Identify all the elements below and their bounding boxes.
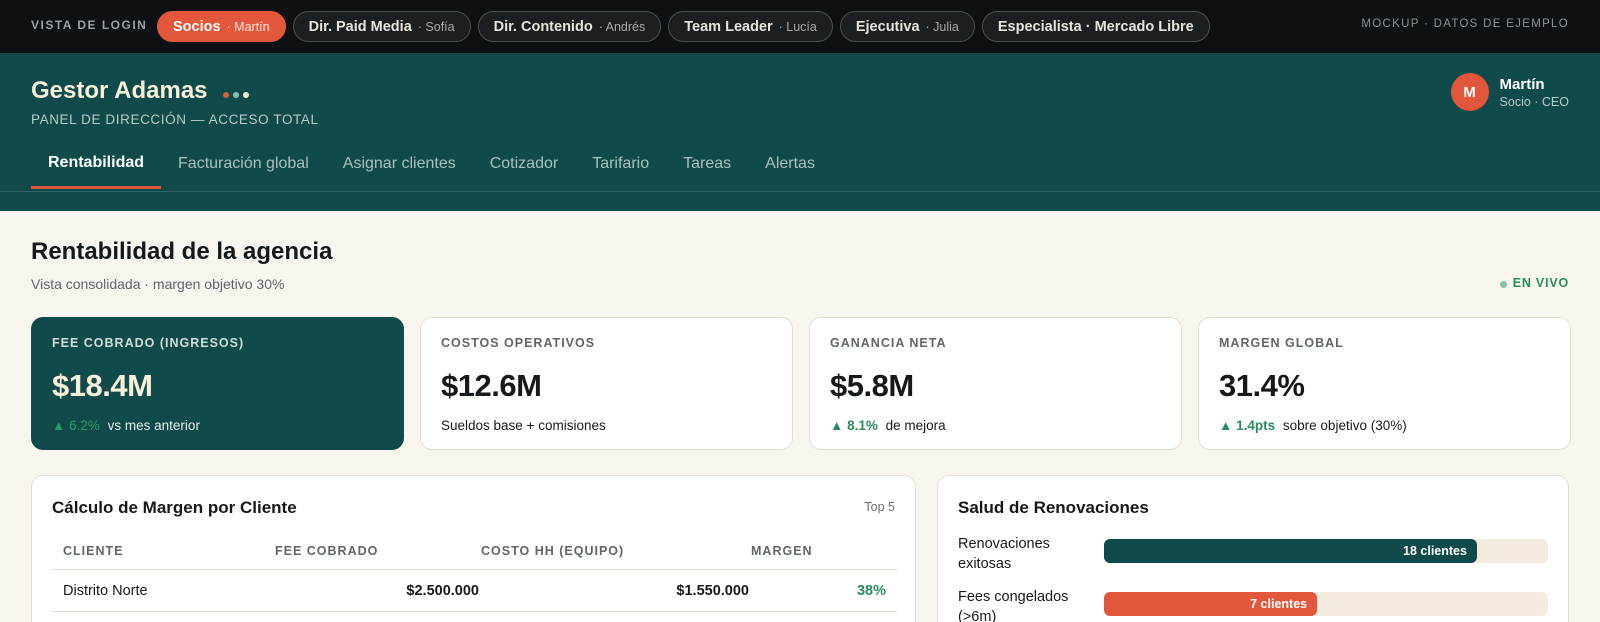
avatar: M	[1450, 73, 1489, 111]
fee-cell: $2.500.000	[406, 583, 479, 599]
renewal-label: Fees congelados (>6m)	[958, 589, 1069, 622]
table-row[interactable]: Distrito Norte $2.500.000 $1.550.000 38%	[52, 570, 897, 612]
app-header: Gestor Adamas PANEL DE DIRECCIÓN — ACCES…	[0, 53, 1600, 211]
kpi-label: FEE COBRADO (INGRESOS)	[52, 336, 245, 350]
kpi-card-costos: COSTOS OPERATIVOS $12.6M Sueldos base + …	[420, 317, 793, 450]
kpi-note: ▲ 8.1% de mejora	[830, 418, 1161, 433]
tab-facturacion-global[interactable]: Facturación global	[161, 139, 326, 189]
renewal-bar-fill: 18 clientes	[1104, 539, 1477, 563]
tab-tareas[interactable]: Tareas	[666, 139, 748, 189]
panel-subtitle: PANEL DE DIRECCIÓN — ACCESO TOTAL	[31, 112, 319, 127]
kpi-label: MARGEN GLOBAL	[1219, 336, 1344, 350]
kpi-delta: ▲ 6.2%	[52, 418, 100, 433]
renewal-bar-track: 7 clientes	[1104, 592, 1548, 616]
kpi-note: ▲ 1.4pts sobre objetivo (30%)	[1219, 418, 1550, 433]
role-chip-team-leader[interactable]: Team Leader · Lucía	[668, 11, 833, 42]
column-header: COSTO HH (EQUIPO)	[481, 544, 625, 558]
role-chip-ejecutiva[interactable]: Ejecutiva · Julia	[839, 11, 975, 42]
renewal-label: Renovaciones exitosas	[958, 536, 1050, 572]
kpi-label: COSTOS OPERATIVOS	[441, 336, 596, 350]
kpi-cards: FEE COBRADO (INGRESOS) $18.4M ▲ 6.2% vs …	[31, 317, 1571, 450]
column-header: MARGEN	[751, 544, 813, 558]
user-menu[interactable]: M Martín Socio · CEO	[1450, 73, 1569, 111]
tab-asignar-clientes[interactable]: Asignar clientes	[326, 139, 473, 189]
kpi-delta: ▲ 8.1%	[830, 418, 878, 433]
kpi-card-fee: FEE COBRADO (INGRESOS) $18.4M ▲ 6.2% vs …	[31, 317, 404, 450]
role-name: Team Leader	[684, 18, 773, 35]
login-view-label: VISTA DE LOGIN	[31, 18, 148, 32]
kpi-note: ▲ 6.2% vs mes anterior	[52, 418, 383, 433]
role-list: Socios · Martín Dir. Paid Media · Sofía …	[157, 11, 1210, 42]
role-chip-contenido[interactable]: Dir. Contenido · Andrés	[477, 11, 662, 42]
header-divider	[0, 191, 1600, 192]
cost-cell: $1.550.000	[676, 583, 749, 599]
role-person: · Martín	[226, 19, 270, 34]
column-header: FEE COBRADO	[275, 544, 379, 558]
page-title: Rentabilidad de la agencia	[31, 238, 333, 265]
user-role: Socio · CEO	[1499, 94, 1569, 109]
renewal-bar-fill: 7 clientes	[1104, 592, 1318, 616]
role-name: Dir. Contenido	[493, 18, 593, 35]
renewal-bar-track: 18 clientes	[1104, 539, 1548, 563]
role-name: Socios	[173, 18, 221, 35]
live-indicator: EN VIVO	[1499, 276, 1569, 290]
panel-title: Salud de Renovaciones	[958, 498, 1149, 517]
kpi-card-ganancia: GANANCIA NETA $5.8M ▲ 8.1% de mejora	[809, 317, 1182, 450]
table-header: CLIENTE FEE COBRADO COSTO HH (EQUIPO) MA…	[52, 529, 897, 570]
role-chip-especialista[interactable]: Especialista · Mercado Libre	[981, 11, 1210, 42]
kpi-note-text: vs mes anterior	[107, 418, 200, 433]
brand-dots-icon	[223, 92, 249, 98]
live-dot-icon	[1499, 281, 1507, 288]
client-cell: Distrito Norte	[63, 583, 148, 599]
kpi-note-text: de mejora	[885, 418, 946, 433]
role-person: · Sofía	[417, 19, 455, 34]
panel-title: Cálculo de Margen por Cliente	[52, 498, 297, 517]
margin-cell: 38%	[856, 583, 886, 599]
brand-dot	[223, 92, 229, 98]
role-person: · Julia	[925, 19, 959, 34]
brand-dot	[233, 92, 239, 98]
role-person: · Andrés	[598, 19, 646, 34]
kpi-card-margen: MARGEN GLOBAL 31.4% ▲ 1.4pts sobre objet…	[1198, 317, 1571, 450]
kpi-value: $5.8M	[830, 368, 914, 403]
column-header: CLIENTE	[63, 544, 124, 558]
user-name: Martín	[1499, 75, 1545, 93]
role-chip-socios[interactable]: Socios · Martín	[157, 11, 286, 42]
live-label: EN VIVO	[1512, 276, 1569, 290]
role-switcher-bar: VISTA DE LOGIN Socios · Martín Dir. Paid…	[0, 0, 1600, 53]
kpi-value: 31.4%	[1219, 368, 1305, 403]
role-name: Especialista · Mercado Libre	[997, 18, 1194, 35]
app-brand: Gestor Adamas	[31, 77, 208, 104]
kpi-value: $12.6M	[441, 368, 542, 403]
page-subtitle: Vista consolidada · margen objetivo 30%	[31, 276, 285, 292]
brand-dot	[243, 92, 249, 98]
role-name: Dir. Paid Media	[308, 18, 412, 35]
mockup-note: MOCKUP · DATOS DE EJEMPLO	[1361, 18, 1569, 30]
top-5-tag: Top 5	[864, 500, 895, 514]
role-name: Ejecutiva	[855, 18, 920, 35]
kpi-label: GANANCIA NETA	[830, 336, 947, 350]
kpi-note: Sueldos base + comisiones	[441, 418, 772, 433]
kpi-value: $18.4M	[52, 368, 153, 403]
tab-alertas[interactable]: Alertas	[748, 139, 832, 189]
tab-tarifario[interactable]: Tarifario	[575, 139, 666, 189]
tab-rentabilidad[interactable]: Rentabilidad	[31, 139, 162, 189]
renewals-panel: Salud de Renovaciones Renovaciones exito…	[937, 475, 1569, 622]
kpi-note-text: Sueldos base + comisiones	[441, 418, 606, 433]
tab-cotizador[interactable]: Cotizador	[473, 139, 575, 189]
margin-table-panel: Cálculo de Margen por Cliente Top 5 CLIE…	[31, 475, 916, 622]
main-tabs: Rentabilidad Facturación global Asignar …	[31, 139, 832, 189]
role-person: · Lucía	[778, 19, 817, 34]
kpi-note-text: sobre objetivo (30%)	[1282, 418, 1407, 433]
role-chip-paid-media[interactable]: Dir. Paid Media · Sofía	[292, 11, 471, 42]
kpi-delta: ▲ 1.4pts	[1219, 418, 1276, 433]
